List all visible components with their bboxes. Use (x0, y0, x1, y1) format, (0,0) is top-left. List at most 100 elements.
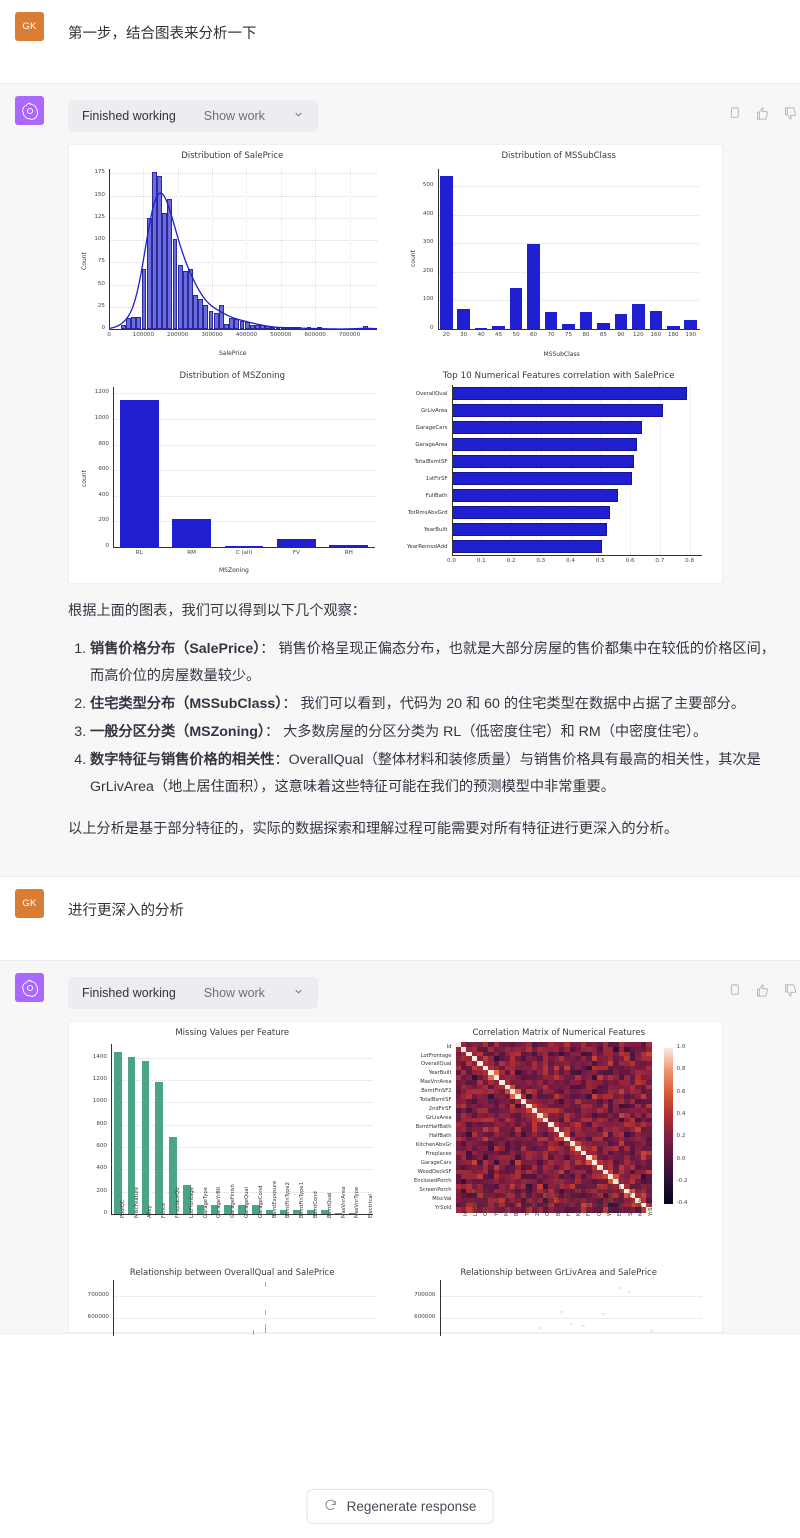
y-tick: 200 (96, 1187, 107, 1194)
user-turn-1: GK 第一步，结合图表来分析一下 (0, 0, 800, 84)
assistant-turn-2: Finished working Show work Missing Value… (0, 961, 800, 1337)
colorbar-tick: 0.2 (676, 1133, 686, 1140)
svg-text:×: × (618, 1286, 621, 1292)
user-message-text: 第一步，结合图表来分析一下 (68, 26, 257, 42)
x-tick: 160 (650, 332, 662, 338)
finished-working-pill[interactable]: Finished working Show work (68, 100, 318, 132)
chart-title: Distribution of MSZoning (179, 371, 285, 381)
thumbs-up-icon[interactable] (755, 983, 770, 1003)
x-tick: Alley (147, 1205, 154, 1219)
x-tick: 0.4 (566, 558, 575, 564)
y-tick: 600 (96, 1143, 107, 1150)
col-label: BsmtFinSF2 (514, 1185, 521, 1217)
gridline-y (111, 1191, 373, 1193)
x-tick: 0.0 (447, 558, 456, 564)
colorbar-tick: 0.6 (676, 1088, 686, 1095)
x-tick: 500000 (270, 332, 292, 338)
y-tick: 125 (94, 213, 105, 220)
show-work-label[interactable]: Show work (204, 109, 265, 123)
y-tick: 400 (422, 210, 434, 217)
y-tick: 100 (422, 296, 434, 303)
row-label: GarageCars (420, 1159, 452, 1166)
finished-working-pill[interactable]: Finished working Show work (68, 977, 318, 1010)
y-axis-label: count (81, 470, 88, 487)
openai-logo-icon (21, 979, 38, 997)
thumbs-down-icon[interactable] (783, 983, 798, 1003)
message-actions-1 (727, 106, 798, 126)
x-tick: 200000 (167, 332, 189, 338)
y-tick: 1000 (94, 415, 109, 421)
y-tick: 25 (97, 302, 105, 309)
x-tick: 60 (529, 332, 538, 338)
bar (114, 1051, 122, 1215)
copy-icon[interactable] (727, 106, 742, 126)
y-tick: TotRmsAbvGrd (407, 509, 448, 516)
row-label: WoodDeckSF (417, 1168, 452, 1175)
x-tick: 45 (495, 332, 503, 338)
x-axis-label: MSZoning (219, 567, 249, 574)
y-axis (437, 169, 439, 329)
y-tick: 50 (97, 280, 105, 287)
message-actions-2 (727, 983, 798, 1003)
x-tick: FV (292, 550, 300, 556)
x-tick: PoolQC (119, 1199, 126, 1219)
row-label: KitchenAbvGr (415, 1142, 452, 1149)
y-tick: 0 (429, 325, 434, 331)
y-tick: 800 (98, 440, 109, 447)
row-label: GrLivArea (426, 1115, 452, 1122)
x-tick: RM (187, 550, 196, 556)
gridline-y (111, 1169, 373, 1171)
svg-text:×: × (560, 1310, 563, 1316)
thumbs-down-icon[interactable] (783, 106, 798, 126)
x-tick: 0.6 (625, 558, 635, 564)
bar (544, 311, 558, 329)
x-tick: RH (344, 550, 353, 556)
chevron-down-icon[interactable] (293, 984, 304, 1002)
y-tick: TotalBsmtSF (414, 458, 448, 465)
bar (614, 314, 628, 329)
bar (451, 438, 637, 451)
bar (632, 304, 645, 329)
thumbs-up-icon[interactable] (755, 106, 770, 126)
y-tick: 600000 (87, 1314, 109, 1321)
x-tick: 180 (667, 332, 679, 338)
x-tick: 90 (617, 332, 625, 338)
regenerate-response-button[interactable]: Regenerate response (306, 1489, 494, 1524)
x-tick: 0.8 (685, 558, 695, 564)
chart-mssubclass: Distribution of MSSubClass 0 100 200 300 400… (395, 145, 722, 365)
copy-icon[interactable] (727, 983, 742, 1003)
y-tick: 175 (94, 169, 105, 176)
x-tick: GarageFinish (230, 1184, 237, 1219)
gridline-x (689, 385, 691, 555)
colorbar-tick: 1.0 (676, 1044, 686, 1051)
refresh-icon (324, 1498, 338, 1515)
x-tick: 190 (685, 332, 697, 338)
bar (155, 1082, 164, 1215)
svg-text:×: × (570, 1322, 573, 1328)
row-label: HalfBath (429, 1133, 452, 1140)
y-tick: 200 (422, 267, 434, 274)
chart-figure-2: Missing Values per Feature 0 200 400 600 800… (68, 1021, 723, 1337)
x-tick: 20 (442, 332, 450, 338)
analysis-list-item: 数字特征与销售价格的相关性：OverallQual（整体材料和装修质量）与销售价… (90, 747, 780, 800)
colorbar (663, 1048, 673, 1205)
chevron-down-icon[interactable] (293, 107, 304, 125)
x-tick: 400000 (235, 332, 258, 338)
svg-text:|: | (265, 1282, 266, 1288)
y-tick: 400 (98, 491, 109, 498)
gridline-y (113, 393, 375, 395)
gridline-y (437, 300, 700, 302)
x-axis (111, 1214, 373, 1216)
chart-overallqual-vs-saleprice: Relationship between OverallQual and Sal… (69, 1262, 396, 1337)
show-work-label[interactable]: Show work (204, 986, 265, 1000)
x-tick: 0.1 (476, 558, 486, 564)
regenerate-label: Regenerate response (346, 1499, 477, 1514)
x-tick: 85 (599, 332, 607, 338)
y-tick: 1000 (92, 1098, 107, 1105)
x-tick: 0.5 (595, 558, 605, 564)
x-tick: 0 (107, 332, 111, 338)
bar (457, 309, 470, 329)
x-axis (113, 547, 375, 548)
row-label: EnclosedPorch (414, 1177, 452, 1184)
col-label: MasVnrArea (503, 1184, 510, 1217)
